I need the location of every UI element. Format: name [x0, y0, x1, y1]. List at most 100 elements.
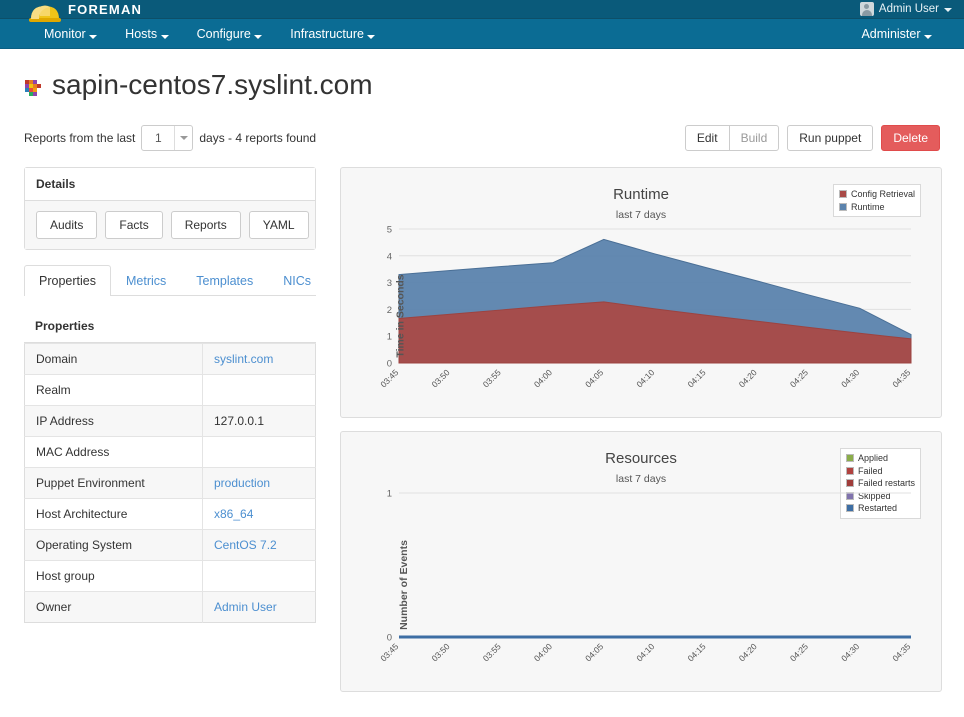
svg-text:3: 3 [387, 278, 392, 289]
nav-label: Infrastructure [290, 26, 364, 41]
audits-button[interactable]: Audits [36, 211, 98, 239]
host-actions: Edit Build Run puppet Delete [684, 125, 940, 151]
runtime-plot-wrap: Time in Seconds 0 1 2 3 4 5 03:45 03:50 03:55 04:… [353, 221, 929, 411]
svg-text:2: 2 [387, 305, 392, 316]
table-row: Host Architecture x86_64 [24, 498, 316, 530]
property-key: Puppet Environment [24, 467, 203, 499]
property-key: IP Address [24, 405, 203, 437]
resources-chart-card: Resources last 7 days Applied Failed Faile… [340, 431, 942, 692]
report-filter-bar: Reports from the last 1 days - 4 reports… [24, 123, 940, 153]
resources-plot-wrap: Number of Events 0 1 03:45 03:50 03:55 04:00 0… [353, 485, 929, 685]
tab-templates[interactable]: Templates [181, 265, 268, 296]
facts-button[interactable]: Facts [105, 211, 163, 239]
svg-text:04:25: 04:25 [788, 367, 810, 389]
legend-item[interactable]: Config Retrieval [838, 188, 915, 201]
property-link[interactable]: production [214, 476, 270, 490]
table-row: Operating System CentOS 7.2 [24, 529, 316, 561]
tab-metrics[interactable]: Metrics [111, 265, 181, 296]
page-content: sapin-centos7.syslint.com Reports from t… [0, 69, 964, 692]
svg-text:0: 0 [387, 633, 392, 644]
svg-text:04:10: 04:10 [634, 641, 656, 663]
legend-label: Runtime [850, 201, 885, 212]
property-link[interactable]: x86_64 [214, 507, 253, 521]
svg-text:04:00: 04:00 [532, 367, 554, 389]
property-value: syslint.com [202, 343, 316, 375]
table-row: Puppet Environment production [24, 467, 316, 499]
legend-item[interactable]: Applied [845, 452, 915, 465]
run-puppet-button[interactable]: Run puppet [787, 125, 874, 151]
chevron-down-icon [944, 8, 952, 12]
runtime-chart-legend[interactable]: Config Retrieval Runtime [832, 184, 921, 217]
property-link[interactable]: Admin User [214, 600, 277, 614]
svg-text:04:05: 04:05 [583, 641, 605, 663]
legend-label: Applied [857, 453, 888, 463]
resources-chart-svg: 0 1 03:45 03:50 03:55 04:00 04:05 04:10 04:15 04:… [378, 489, 912, 664]
svg-text:04:15: 04:15 [685, 367, 707, 389]
property-value: Admin User [202, 591, 316, 623]
legend-swatch-icon [845, 454, 854, 463]
table-row: Domain syslint.com [24, 343, 316, 375]
svg-text:03:45: 03:45 [378, 641, 400, 663]
table-row: MAC Address [24, 436, 316, 468]
property-key: Operating System [24, 529, 203, 561]
nav-label: Administer [861, 26, 921, 41]
build-button[interactable]: Build [728, 125, 780, 151]
yaml-button[interactable]: YAML [248, 211, 309, 239]
details-heading: Details [25, 168, 315, 201]
property-key: Owner [24, 591, 203, 623]
brand[interactable]: FOREMAN [0, 0, 143, 22]
runtime-chart-card: Runtime last 7 days Config Retrieval Runt… [340, 167, 942, 418]
legend-swatch-icon [838, 202, 847, 211]
chevron-down-icon [174, 126, 192, 150]
legend-item[interactable]: Runtime [838, 201, 915, 214]
property-key: MAC Address [24, 436, 203, 468]
property-link[interactable]: CentOS 7.2 [214, 538, 277, 552]
tab-properties[interactable]: Properties [24, 265, 111, 296]
nav-item-infrastructure[interactable]: Infrastructure [276, 19, 389, 49]
details-panel: Details Audits Facts Reports YAML [24, 167, 316, 250]
legend-item[interactable]: Failed [845, 465, 915, 478]
delete-button[interactable]: Delete [881, 125, 940, 151]
nav-right: Administer [817, 19, 964, 49]
property-value [202, 560, 316, 592]
svg-text:04:00: 04:00 [532, 641, 554, 663]
runtime-y-axis-label: Time in Seconds [394, 274, 407, 358]
table-row: Host group [24, 560, 316, 592]
nav-item-configure[interactable]: Configure [183, 19, 277, 49]
table-row: Owner Admin User [24, 591, 316, 623]
avatar-icon [859, 2, 874, 16]
svg-text:04:35: 04:35 [890, 641, 912, 663]
properties-table: Properties Domain syslint.com Realm IP A… [24, 310, 316, 623]
chevron-down-icon [254, 34, 263, 39]
nav-item-administer[interactable]: Administer [847, 19, 946, 49]
property-value: 127.0.0.1 [202, 405, 316, 437]
tab-nics[interactable]: NICs [268, 265, 326, 296]
edit-build-group: Edit Build [684, 125, 780, 151]
svg-text:5: 5 [387, 225, 392, 236]
nav-label: Hosts [125, 26, 158, 41]
chevron-down-icon [367, 34, 376, 39]
legend-swatch-icon [838, 190, 847, 199]
user-name: Admin User [878, 3, 939, 15]
nav-label: Monitor [44, 26, 86, 41]
svg-text:04:05: 04:05 [583, 367, 605, 389]
svg-text:04:20: 04:20 [737, 367, 759, 389]
host-tabs: Properties Metrics Templates NICs [24, 264, 316, 296]
details-button-row: Audits Facts Reports YAML [36, 211, 309, 239]
runtime-chart-svg: 0 1 2 3 4 5 03:45 03:50 03:55 04:00 04:05 04:10 04:1… [378, 225, 912, 390]
property-link[interactable]: syslint.com [214, 352, 273, 366]
svg-text:03:55: 03:55 [481, 641, 503, 663]
svg-text:4: 4 [387, 251, 392, 262]
user-menu[interactable]: Admin User [859, 2, 964, 16]
details-body: Audits Facts Reports YAML [25, 201, 315, 249]
chevron-down-icon [924, 34, 932, 39]
properties-heading: Properties [24, 310, 316, 343]
property-value: CentOS 7.2 [202, 529, 316, 561]
nav-item-hosts[interactable]: Hosts [111, 19, 182, 49]
chevron-down-icon [160, 34, 169, 39]
edit-button[interactable]: Edit [684, 125, 730, 151]
reports-button[interactable]: Reports [170, 211, 241, 239]
brand-text: FOREMAN [68, 1, 143, 17]
days-select[interactable]: 1 [141, 125, 194, 151]
table-row: IP Address 127.0.0.1 [24, 405, 316, 437]
